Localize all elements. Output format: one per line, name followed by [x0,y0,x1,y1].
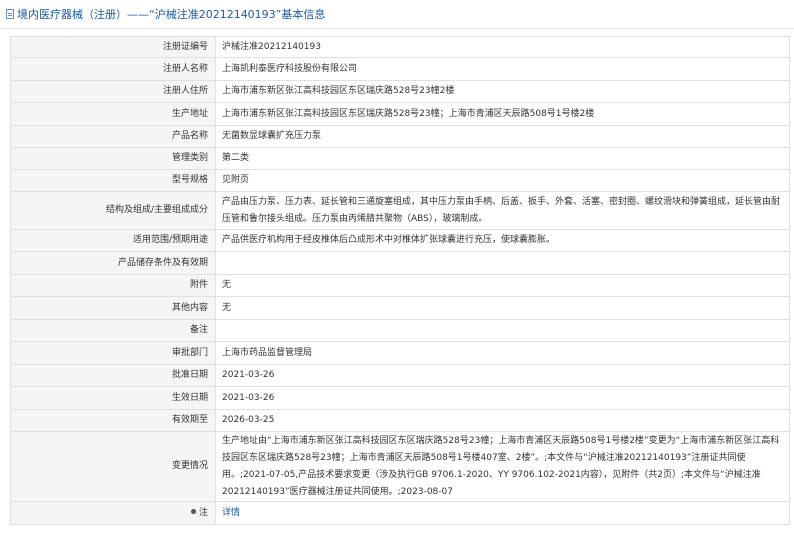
table-row: 结构及组成/主要组成成分 产品由压力泵、压力表、延长管和三通旋塞组成，其中压力泵… [10,191,790,230]
row-label: 生效日期 [10,386,216,410]
table-row: 产品储存条件及有效期 [10,251,790,275]
document-icon [6,9,14,19]
table-row: 审批部门 上海市药品监督管理局 [10,341,790,365]
row-label: 附件 [10,274,216,297]
row-value: 详情 [215,501,790,525]
row-label: 结构及组成/主要组成成分 [10,191,216,230]
row-value: 上海市浦东新区张江高科技园区东区瑞庆路528号23幢2楼 [215,80,790,103]
row-value: 无菌数显球囊扩充压力泵 [215,125,790,148]
row-label: 注 [10,501,216,525]
table-row: 生效日期 2021-03-26 [10,386,790,410]
row-label: 其他内容 [10,296,216,320]
row-label: 批准日期 [10,364,216,387]
row-value: 上海市药品监督管理局 [215,341,790,365]
row-value: 产品供医疗机构用于经皮椎体后凸成形术中对椎体扩张球囊进行充压，使球囊膨胀。 [215,229,790,252]
row-value: 无 [215,296,790,320]
row-value: 2021-03-26 [215,364,790,387]
table-row: 型号规格 见附页 [10,169,790,192]
table-row: 其他内容 无 [10,296,790,320]
row-label: 产品名称 [10,125,216,148]
table-row: 注册人名称 上海凯利泰医疗科技股份有限公司 [10,57,790,81]
table-row: 注册证编号 沪械注准20212140193 [10,36,790,58]
table-row: 附件 无 [10,274,790,297]
row-value: 无 [215,274,790,297]
page-title-bar: 境内医疗器械（注册）——“沪械注准20212140193”基本信息 [0,0,794,29]
table-row: 备注 [10,319,790,342]
row-value: 产品由压力泵、压力表、延长管和三通旋塞组成，其中压力泵由手柄、后盖、扳手、外套、… [215,191,790,230]
row-label: 备注 [10,319,216,342]
info-table: 注册证编号 沪械注准20212140193 注册人名称 上海凯利泰医疗科技股份有… [10,36,790,525]
note-label: 注 [198,507,208,518]
row-value: 上海市浦东新区张江高科技园区东区瑞庆路528号23幢；上海市青浦区天辰路508号… [215,102,790,126]
table-row: 产品名称 无菌数显球囊扩充压力泵 [10,125,790,148]
row-label: 有效期至 [10,409,216,432]
row-value: 生产地址由“上海市浦东新区张江高科技园区东区瑞庆路528号23幢；上海市青浦区天… [215,431,790,502]
table-row: 有效期至 2026-03-25 [10,409,790,432]
table-row: 注册人住所 上海市浦东新区张江高科技园区东区瑞庆路528号23幢2楼 [10,80,790,103]
row-label: 注册人住所 [10,80,216,103]
row-label: 产品储存条件及有效期 [10,251,216,275]
row-label: 型号规格 [10,169,216,192]
table-row: 变更情况 生产地址由“上海市浦东新区张江高科技园区东区瑞庆路528号23幢；上海… [10,431,790,502]
pin-icon [190,508,196,514]
row-value: 见附页 [215,169,790,192]
row-value: 沪械注准20212140193 [215,36,790,58]
row-label: 适用范围/预期用途 [10,229,216,252]
page-title: 境内医疗器械（注册）——“沪械注准20212140193”基本信息 [17,8,326,21]
row-label: 注册人名称 [10,57,216,81]
table-row: 适用范围/预期用途 产品供医疗机构用于经皮椎体后凸成形术中对椎体扩张球囊进行充压… [10,229,790,252]
row-label: 管理类别 [10,147,216,170]
row-value [215,251,790,275]
details-link[interactable]: 详情 [222,508,240,518]
table-row: 生产地址 上海市浦东新区张江高科技园区东区瑞庆路528号23幢；上海市青浦区天辰… [10,102,790,126]
table-row: 批准日期 2021-03-26 [10,364,790,387]
row-value: 2026-03-25 [215,409,790,432]
row-label: 生产地址 [10,102,216,126]
row-value: 上海凯利泰医疗科技股份有限公司 [215,57,790,81]
row-value [215,319,790,342]
row-label: 审批部门 [10,341,216,365]
table-row: 注 详情 [10,501,790,525]
row-label: 注册证编号 [10,36,216,58]
table-row: 管理类别 第二类 [10,147,790,170]
row-value: 2021-03-26 [215,386,790,410]
row-value: 第二类 [215,147,790,170]
row-label: 变更情况 [10,431,216,502]
